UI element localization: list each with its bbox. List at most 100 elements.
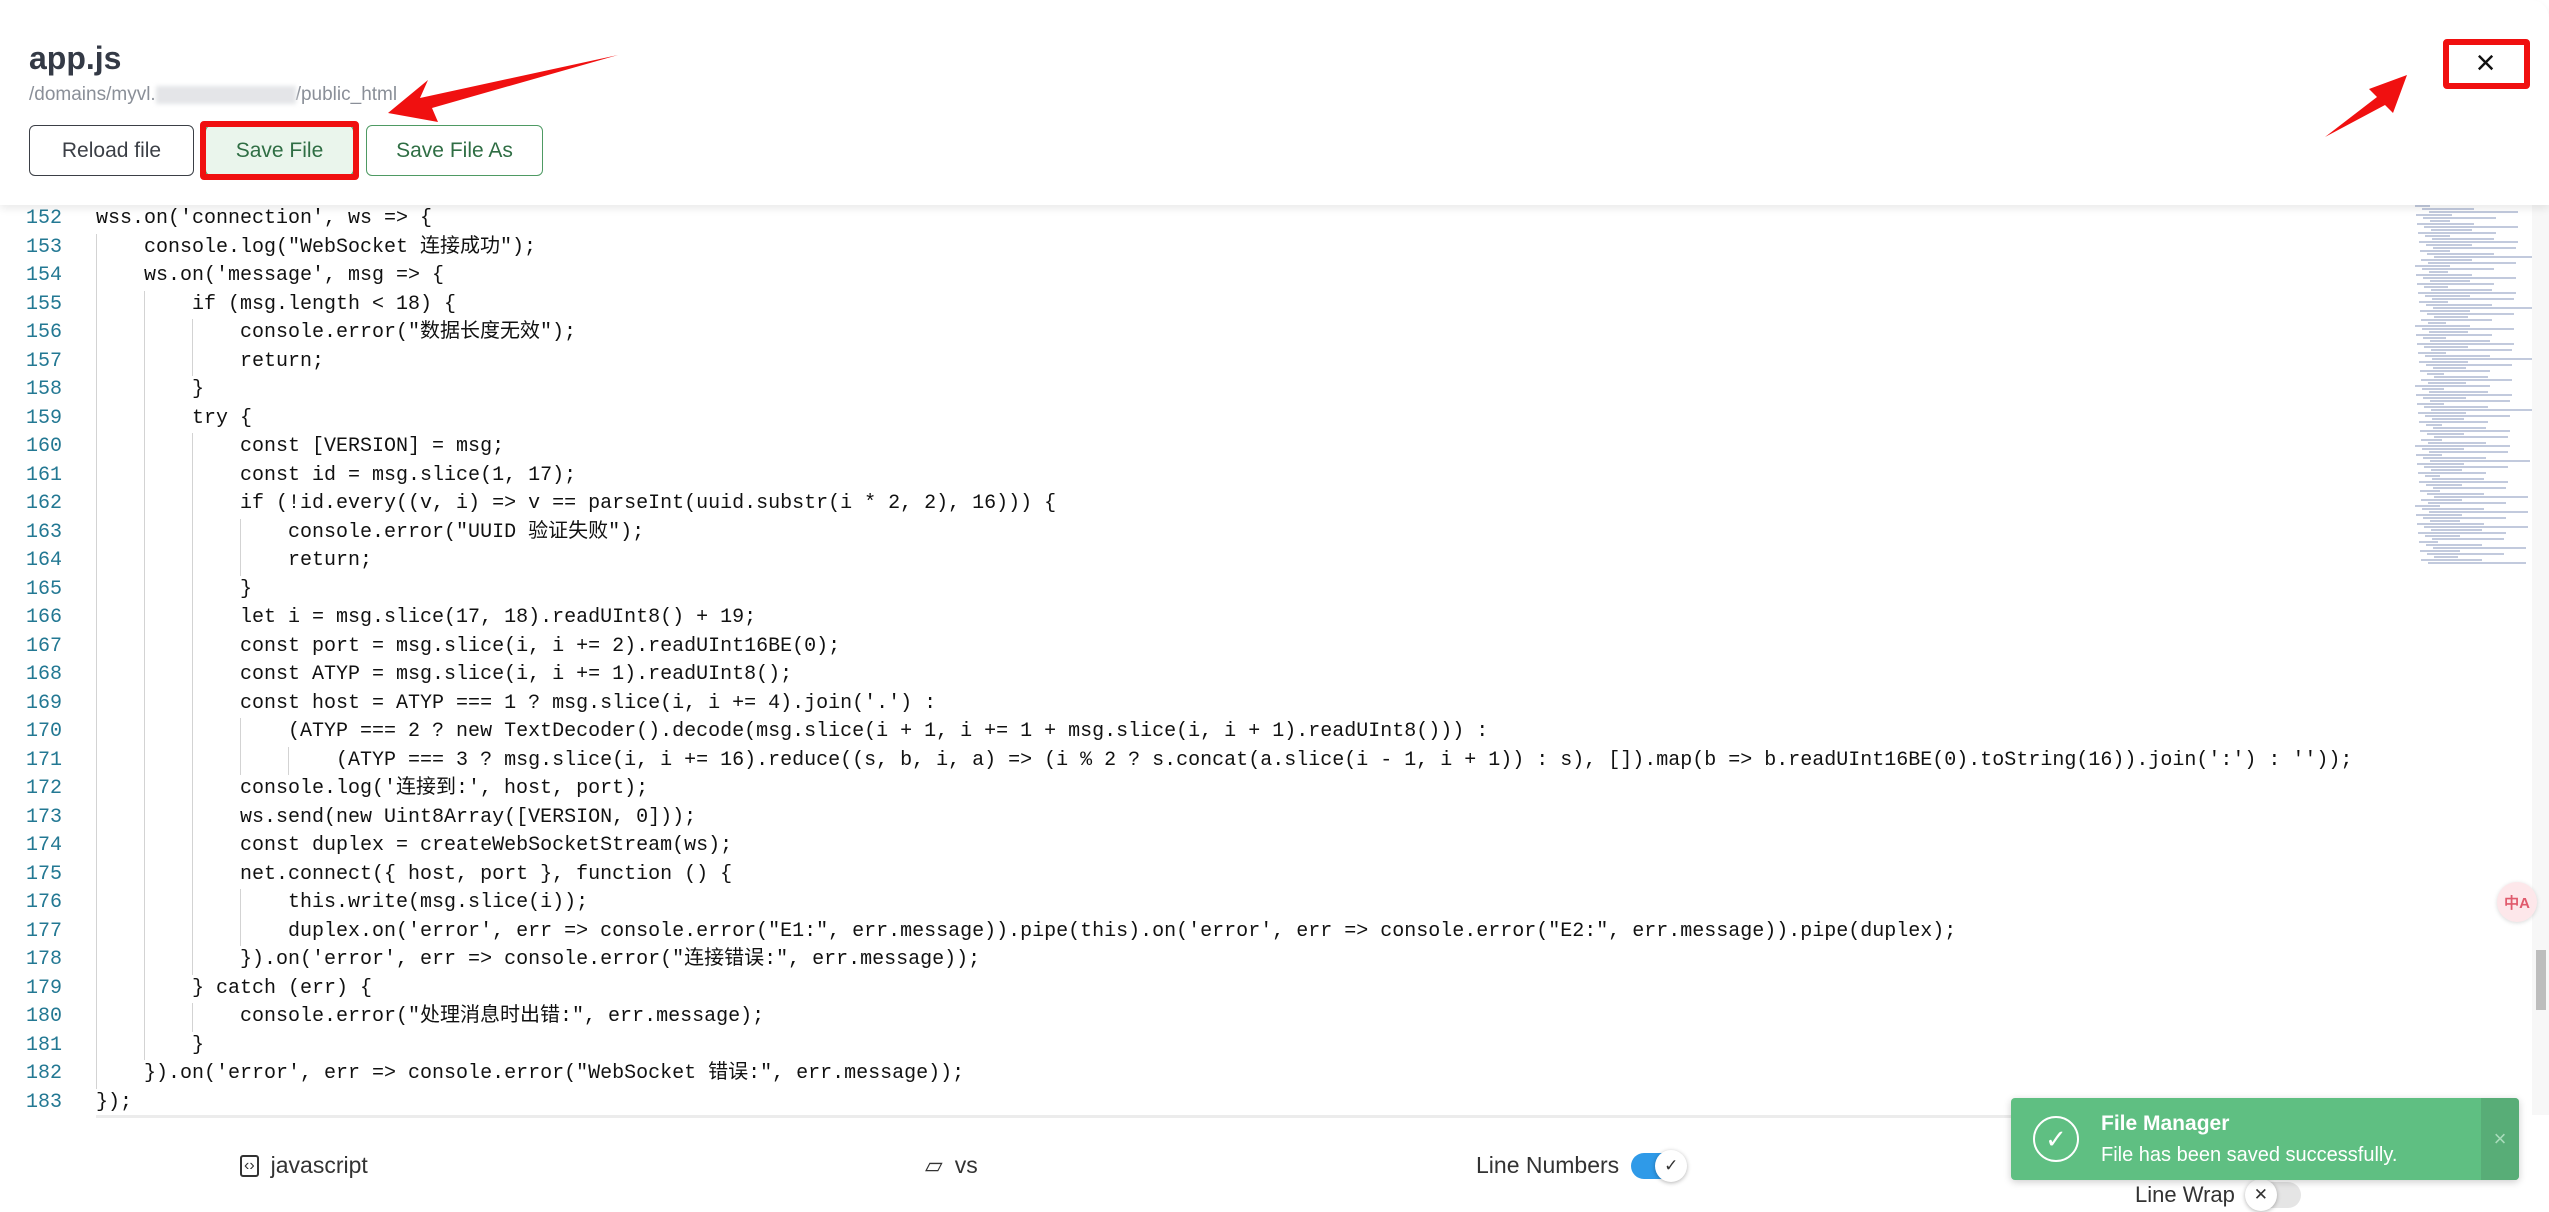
minimap-line: [2431, 529, 2482, 531]
indent-guide: [144, 376, 145, 405]
minimap-line: [2423, 277, 2516, 279]
indent-guide: [192, 803, 193, 832]
minimap-line: [2422, 448, 2464, 450]
code-line[interactable]: 180 console.error("处理消息时出错:", err.messag…: [0, 1003, 2400, 1032]
code-line[interactable]: 154 ws.on('message', msg => {: [0, 262, 2400, 291]
code-line[interactable]: 182 }).on('error', err => console.error(…: [0, 1060, 2400, 1089]
minimap-line: [2423, 457, 2486, 459]
code-line[interactable]: 152 wss.on('connection', ws => {: [0, 205, 2400, 234]
minimap-line: [2421, 259, 2472, 261]
indent-guide: [96, 689, 97, 718]
minimap-line: [2429, 511, 2528, 513]
indent-guide: [96, 1060, 97, 1089]
save-file-as-button[interactable]: Save File As: [366, 125, 543, 176]
indent-guide: [144, 632, 145, 661]
theme-selector[interactable]: ▱ vs: [925, 1152, 978, 1179]
redacted-domain: [155, 85, 296, 104]
code-line[interactable]: 153 console.log("WebSocket 连接成功");: [0, 234, 2400, 263]
minimap-line: [2431, 289, 2492, 291]
code-line[interactable]: 171 (ATYP === 3 ? msg.slice(i, i += 16).…: [0, 747, 2400, 776]
code-line[interactable]: 163 console.error("UUID 验证失败");: [0, 519, 2400, 548]
code-line[interactable]: 170 (ATYP === 2 ? new TextDecoder().deco…: [0, 718, 2400, 747]
code-line[interactable]: 162 if (!id.every((v, i) => v == parseIn…: [0, 490, 2400, 519]
line-code: (ATYP === 3 ? msg.slice(i, i += 16).redu…: [96, 748, 2353, 772]
code-line[interactable]: 174 const duplex = createWebSocketStream…: [0, 832, 2400, 861]
line-code: return;: [96, 549, 373, 572]
line-code: duplex.on('error', err => console.error(…: [96, 919, 1957, 943]
line-numbers-toggle[interactable]: ✓: [1631, 1149, 1688, 1182]
minimap-line: [2423, 337, 2446, 339]
line-number: 157: [25, 349, 62, 373]
annotation-arrow-save: [388, 55, 618, 122]
minimap-line: [2429, 331, 2468, 333]
code-line[interactable]: 176 this.write(msg.slice(i));: [0, 889, 2400, 918]
code-line[interactable]: 159 try {: [0, 405, 2400, 434]
line-code: }).on('error', err => console.error("Web…: [96, 1062, 965, 1085]
minimap-line: [2424, 286, 2448, 288]
minimap-line: [2426, 484, 2462, 486]
minimap-line: [2422, 508, 2484, 510]
minimap-line: [2430, 340, 2490, 342]
minimap-line: [2426, 244, 2472, 246]
minimap-line: [2425, 355, 2490, 357]
indent-guide: [192, 746, 193, 775]
line-number: 169: [25, 691, 62, 715]
check-icon: ✓: [1655, 1149, 1688, 1182]
code-line[interactable]: 175 net.connect({ host, port }, function…: [0, 861, 2400, 890]
toast-message: File has been saved successfully.: [2101, 1144, 2398, 1166]
toast-close-button[interactable]: ×: [2481, 1098, 2519, 1180]
line-wrap-setting: Line Wrap ✕: [2135, 1179, 2301, 1211]
code-line[interactable]: 167 const port = msg.slice(i, i += 2).re…: [0, 633, 2400, 662]
line-code: console.log("WebSocket 连接成功");: [96, 235, 537, 259]
minimap-line: [2428, 562, 2526, 564]
line-number: 164: [25, 549, 62, 572]
code-line[interactable]: 177 duplex.on('error', err => console.er…: [0, 918, 2400, 947]
minimap-line: [2425, 415, 2510, 417]
scrollbar-thumb[interactable]: [2536, 950, 2546, 1010]
minimap-line: [2425, 535, 2460, 537]
line-code: const port = msg.slice(i, i += 2).readUI…: [96, 634, 841, 658]
code-line[interactable]: 158 }: [0, 376, 2400, 405]
minimap-line: [2425, 475, 2440, 477]
minimap-line: [2415, 265, 2450, 267]
code-line[interactable]: 156 console.error("数据长度无效");: [0, 319, 2400, 348]
minimap-line: [2434, 316, 2468, 318]
code-line[interactable]: 181 }: [0, 1032, 2400, 1061]
minimap-line: [2421, 499, 2462, 501]
code-line[interactable]: 169 const host = ATYP === 1 ? msg.slice(…: [0, 690, 2400, 719]
line-number: 170: [25, 720, 62, 743]
code-line[interactable]: 157 return;: [0, 348, 2400, 377]
success-toast: ✓ File Manager File has been saved succe…: [2011, 1098, 2519, 1180]
code-line[interactable]: 165 }: [0, 576, 2400, 605]
line-code: let i = msg.slice(17, 18).readUInt8() + …: [96, 606, 757, 629]
code-line[interactable]: 168 const ATYP = msg.slice(i, i += 1).re…: [0, 661, 2400, 690]
code-line[interactable]: 179 } catch (err) {: [0, 975, 2400, 1004]
code-line[interactable]: 161 const id = msg.slice(1, 17);: [0, 462, 2400, 491]
indent-guide: [192, 889, 193, 918]
language-selector[interactable]: ‹› javascript: [240, 1152, 368, 1179]
code-line[interactable]: 160 const [VERSION] = msg;: [0, 433, 2400, 462]
line-number: 158: [25, 378, 62, 401]
line-numbers-label: Line Numbers: [1476, 1152, 1620, 1178]
reload-file-button[interactable]: Reload file: [29, 125, 194, 176]
code-line[interactable]: 178 }).on('error', err => console.error(…: [0, 946, 2400, 975]
minimap[interactable]: [2415, 205, 2538, 585]
minimap-line: [2416, 514, 2462, 516]
code-line[interactable]: 172 console.log('连接到:', host, port);: [0, 775, 2400, 804]
line-code: this.write(msg.slice(i));: [96, 891, 589, 914]
line-wrap-toggle[interactable]: ✕: [2244, 1179, 2301, 1211]
indent-guide: [96, 547, 97, 576]
indent-guide: [96, 461, 97, 490]
indent-guide: [144, 746, 145, 775]
code-line[interactable]: 155 if (msg.length < 18) {: [0, 291, 2400, 320]
minimap-line: [2421, 439, 2442, 441]
minimap-line: [2429, 211, 2518, 213]
code-editor[interactable]: 152 wss.on('connection', ws => {153 conso…: [0, 205, 2530, 1115]
code-line[interactable]: 164 return;: [0, 547, 2400, 576]
translate-icon[interactable]: 中A: [2497, 882, 2537, 922]
minimap-line: [2433, 367, 2466, 369]
code-line[interactable]: 173 ws.send(new Uint8Array([VERSION, 0])…: [0, 804, 2400, 833]
line-number: 154: [25, 264, 62, 287]
code-line[interactable]: 166 let i = msg.slice(17, 18).readUInt8(…: [0, 604, 2400, 633]
minimap-line: [2431, 229, 2472, 231]
